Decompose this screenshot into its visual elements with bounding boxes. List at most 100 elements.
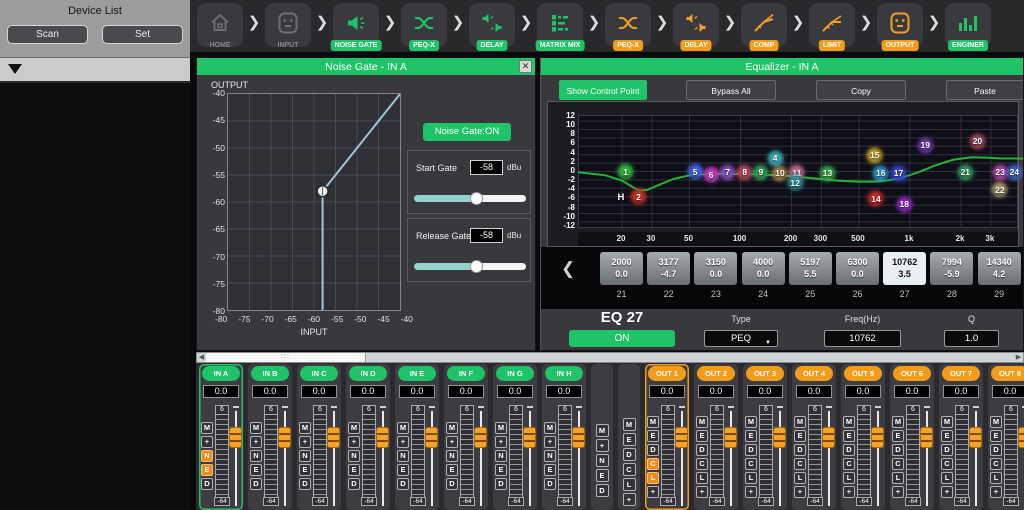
fader-handle[interactable] (474, 427, 487, 448)
master-button-m[interactable]: M (623, 418, 636, 431)
channel-button-e[interactable]: E (397, 464, 409, 476)
channel-fader[interactable] (824, 406, 835, 506)
freq-input[interactable]: 10762 (824, 330, 901, 347)
master-button-e[interactable]: E (596, 469, 609, 482)
channel-button-e[interactable]: E (990, 430, 1002, 442)
channel-fader[interactable] (775, 406, 786, 506)
channel-button--[interactable]: + (397, 436, 409, 448)
channel-button-l[interactable]: L (696, 472, 708, 484)
channel-gain-value[interactable]: 0.0 (894, 385, 930, 398)
channel-button-n[interactable]: N (446, 450, 458, 462)
channel-button-d[interactable]: D (843, 444, 855, 456)
band-cell-26[interactable]: 63000.0 (836, 252, 879, 285)
channel-strip-in-a[interactable]: IN A0.0M+NED6-64 (199, 364, 243, 510)
channel-button-d[interactable]: D (250, 478, 262, 490)
channel-button-e[interactable]: E (745, 430, 757, 442)
channel-button-e[interactable]: E (446, 464, 458, 476)
channel-button--[interactable]: + (299, 436, 311, 448)
channel-button-n[interactable]: N (348, 450, 360, 462)
eq-control-point-5[interactable]: 5 (687, 163, 704, 180)
start-gate-slider-thumb[interactable] (470, 192, 483, 205)
noise-gate-on-button[interactable]: Noise Gate:ON (423, 123, 511, 141)
channel-button--[interactable]: + (446, 436, 458, 448)
paste-button[interactable]: Paste (946, 80, 1024, 100)
master-button-e[interactable]: E (623, 433, 636, 446)
copy-button[interactable]: Copy (816, 80, 906, 100)
eq-control-point-7[interactable]: 7 (719, 164, 736, 181)
fader-handle[interactable] (822, 427, 835, 448)
channel-button-m[interactable]: M (892, 416, 904, 428)
channel-button-c[interactable]: C (892, 458, 904, 470)
channel-button-m[interactable]: M (397, 422, 409, 434)
toolbar-item-peq-x[interactable]: PEQ-X (401, 3, 447, 47)
channel-button-c[interactable]: C (696, 458, 708, 470)
toolbar-item-comp[interactable]: COMP (741, 3, 787, 47)
band-cell-21[interactable]: 20000.0 (600, 252, 643, 285)
fader-handle[interactable] (675, 427, 688, 448)
eq-control-point-2[interactable]: 2 (630, 188, 647, 205)
fader-handle[interactable] (871, 427, 884, 448)
channel-button--[interactable]: + (348, 436, 360, 448)
channel-button-e[interactable]: E (843, 430, 855, 442)
channel-gain-value[interactable]: 0.0 (546, 385, 582, 398)
channel-strip-in-h[interactable]: IN H0.0M+NED6-64 (542, 364, 586, 510)
channel-button-l[interactable]: L (647, 472, 659, 484)
fader-handle[interactable] (327, 427, 340, 448)
channel-gain-value[interactable]: 0.0 (747, 385, 783, 398)
channel-button-l[interactable]: L (990, 472, 1002, 484)
channel-button-m[interactable]: M (544, 422, 556, 434)
channel-button-e[interactable]: E (544, 464, 556, 476)
channel-button-e[interactable]: E (495, 464, 507, 476)
eq-control-point-1[interactable]: 1 (617, 163, 634, 180)
channel-gain-value[interactable]: 0.0 (399, 385, 435, 398)
band-cell-25[interactable]: 51975.5 (789, 252, 832, 285)
eq-control-point-18[interactable]: 18 (896, 196, 913, 213)
channel-gain-value[interactable]: 0.0 (649, 385, 685, 398)
channel-fader[interactable] (922, 406, 933, 506)
band-cell-23[interactable]: 31500.0 (694, 252, 737, 285)
eq-control-point-6[interactable]: 6 (703, 166, 720, 183)
channel-button-e[interactable]: E (250, 464, 262, 476)
channel-gain-value[interactable]: 0.0 (845, 385, 881, 398)
start-gate-value[interactable]: -58 (470, 160, 503, 175)
channel-button-m[interactable]: M (647, 416, 659, 428)
channel-button-m[interactable]: M (250, 422, 262, 434)
start-gate-slider[interactable] (414, 195, 526, 202)
channel-fader[interactable] (677, 406, 688, 506)
channel-button-e[interactable]: E (348, 464, 360, 476)
channel-button-n[interactable]: N (250, 450, 262, 462)
channel-button-e[interactable]: E (941, 430, 953, 442)
channel-button-l[interactable]: L (843, 472, 855, 484)
channel-button--[interactable]: + (990, 486, 1002, 498)
channel-strip-in-e[interactable]: IN E0.0M+NED6-64 (395, 364, 439, 510)
channel-strip-in-d[interactable]: IN D0.0M+NED6-64 (346, 364, 390, 510)
channel-gain-value[interactable]: 0.0 (252, 385, 288, 398)
master-button-m[interactable]: M (596, 424, 609, 437)
channel-button-d[interactable]: D (201, 478, 213, 490)
channel-button-d[interactable]: D (647, 444, 659, 456)
channel-button-m[interactable]: M (348, 422, 360, 434)
channel-button-d[interactable]: D (495, 478, 507, 490)
toolbar-item-delay[interactable]: DELAY (673, 3, 719, 47)
equalizer-titlebar[interactable]: Equalizer - IN A (541, 58, 1023, 75)
channel-button--[interactable]: + (794, 486, 806, 498)
eq-control-point-16[interactable]: 16 (872, 165, 889, 182)
eq-control-point-24[interactable]: 24 (1006, 164, 1023, 181)
channel-fader[interactable] (280, 406, 291, 506)
channel-gain-value[interactable]: 0.0 (992, 385, 1024, 398)
master-button-n[interactable]: N (596, 454, 609, 467)
channel-button-m[interactable]: M (299, 422, 311, 434)
toolbar-item-output[interactable]: OUTPUT (877, 3, 923, 47)
bypass-all-button[interactable]: Bypass All (686, 80, 776, 100)
toolbar-item-enginer[interactable]: ENGINER (945, 3, 991, 47)
fader-handle[interactable] (278, 427, 291, 448)
channel-button-m[interactable]: M (990, 416, 1002, 428)
channel-strip-out-1[interactable]: OUT 10.0MEDCL+6-64 (645, 364, 689, 510)
channel-fader[interactable] (476, 406, 487, 506)
channel-button-n[interactable]: N (201, 450, 213, 462)
fader-handle[interactable] (523, 427, 536, 448)
release-gate-value[interactable]: -58 (470, 228, 503, 243)
channel-gain-value[interactable]: 0.0 (203, 385, 239, 398)
channel-gain-value[interactable]: 0.0 (448, 385, 484, 398)
channel-fader[interactable] (329, 406, 340, 506)
